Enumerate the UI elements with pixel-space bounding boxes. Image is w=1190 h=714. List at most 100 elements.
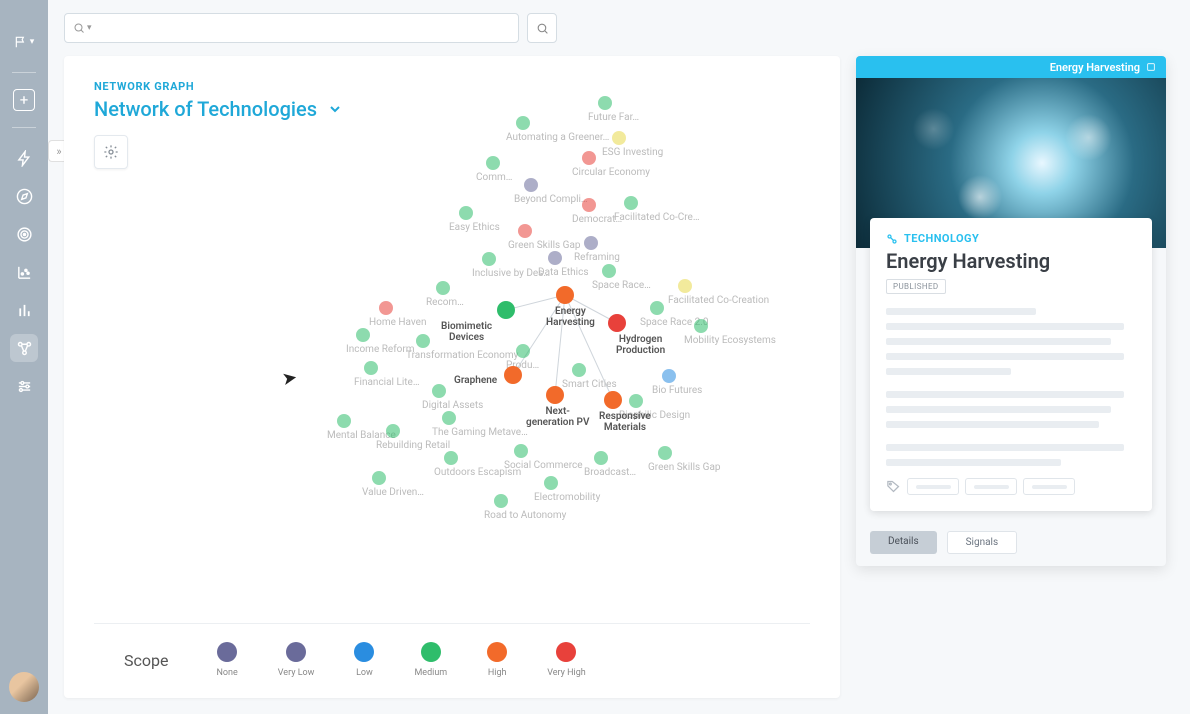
graph-node-label: Bio Futures xyxy=(652,385,702,396)
graph-node[interactable] xyxy=(482,252,496,266)
flag-icon xyxy=(14,35,28,49)
graph-node[interactable] xyxy=(442,411,456,425)
graph-node[interactable] xyxy=(518,224,532,238)
nav-lightning[interactable] xyxy=(10,144,38,172)
nav-bars[interactable] xyxy=(10,296,38,324)
graph-node-label: Home Haven xyxy=(369,317,427,328)
graph-node[interactable] xyxy=(612,131,626,145)
detail-title: Energy Harvesting xyxy=(886,249,1136,273)
graph-node-label: Mobility Ecosystems xyxy=(684,335,776,346)
tag-chip[interactable] xyxy=(965,478,1017,495)
search-input[interactable]: ▾ xyxy=(64,13,519,43)
search-button[interactable] xyxy=(527,13,557,43)
radar-icon xyxy=(16,226,33,243)
graph-node-label: Easy Ethics xyxy=(449,222,500,233)
graph-node-label: Reframing xyxy=(574,252,620,263)
detail-header-title: Energy Harvesting xyxy=(1050,61,1140,74)
graph-node-label: Automating a Greener… xyxy=(506,132,609,143)
graph-node[interactable] xyxy=(604,391,622,409)
add-button[interactable]: + xyxy=(13,89,35,111)
avatar[interactable] xyxy=(9,672,39,702)
graph-node[interactable] xyxy=(436,281,450,295)
divider xyxy=(12,72,36,73)
graph-node[interactable] xyxy=(459,206,473,220)
graph-node[interactable] xyxy=(416,334,430,348)
main: ▾ NETWORK GRAPH Network of Technologies … xyxy=(48,0,1190,714)
graph-node[interactable] xyxy=(572,363,586,377)
legend-item: Very Low xyxy=(278,642,315,678)
graph-node[interactable] xyxy=(524,178,538,192)
graph-node[interactable] xyxy=(364,361,378,375)
legend-item: High xyxy=(487,642,507,678)
bars-icon xyxy=(16,302,33,319)
graph-node-label: Green Skills Gap xyxy=(508,240,581,251)
tab-signals[interactable]: Signals xyxy=(947,531,1018,554)
network-graph[interactable]: Future Far…Automating a Greener…ESG Inve… xyxy=(264,86,744,546)
graph-node[interactable] xyxy=(372,471,386,485)
graph-node-label: Circular Economy xyxy=(572,167,650,178)
graph-node[interactable] xyxy=(582,151,596,165)
graph-node[interactable] xyxy=(516,344,530,358)
tag-chip[interactable] xyxy=(907,478,959,495)
graph-node-label: Beyond Compli… xyxy=(514,194,588,205)
graph-node[interactable] xyxy=(598,96,612,110)
graph-node-label: Road to Autonomy xyxy=(484,510,566,521)
graph-node-label: Facilitated Co-Cre… xyxy=(614,212,700,223)
graph-node[interactable] xyxy=(650,301,664,315)
graph-node[interactable] xyxy=(546,386,564,404)
graph-node-label: Outdoors Escapism xyxy=(434,467,521,478)
graph-node[interactable] xyxy=(379,301,393,315)
graph-node[interactable] xyxy=(548,251,562,265)
graph-node[interactable] xyxy=(337,414,351,428)
graph-node[interactable] xyxy=(602,264,616,278)
graph-node[interactable] xyxy=(594,451,608,465)
graph-node[interactable] xyxy=(556,286,574,304)
graph-node[interactable] xyxy=(356,328,370,342)
graph-node[interactable] xyxy=(624,196,638,210)
graph-node-label: Electromobility xyxy=(534,492,600,503)
scope-legend: Scope NoneVery LowLowMediumHighVery High xyxy=(94,623,810,678)
tag-chip[interactable] xyxy=(1023,478,1075,495)
search-icon xyxy=(536,22,549,35)
window-icon[interactable] xyxy=(1146,62,1156,72)
graph-node[interactable] xyxy=(497,301,515,319)
graph-node[interactable] xyxy=(444,451,458,465)
graph-node[interactable] xyxy=(386,424,400,438)
graph-node-label: Facilitated Co-Creation xyxy=(668,295,769,306)
nav-chart[interactable] xyxy=(10,258,38,286)
sliders-icon xyxy=(16,378,33,395)
graph-node-label: Space Race… xyxy=(592,280,651,291)
search-icon xyxy=(73,22,85,34)
graph-node[interactable] xyxy=(504,366,522,384)
graph-node[interactable] xyxy=(608,314,626,332)
tab-details[interactable]: Details xyxy=(870,531,937,554)
graph-node[interactable] xyxy=(658,446,672,460)
nav-compass[interactable] xyxy=(10,182,38,210)
graph-node[interactable] xyxy=(494,494,508,508)
graph-node[interactable] xyxy=(582,198,596,212)
tag-row xyxy=(886,478,1136,495)
nav-network[interactable] xyxy=(10,334,38,362)
search-field[interactable] xyxy=(98,21,510,36)
graph-node[interactable] xyxy=(584,236,598,250)
graph-node[interactable] xyxy=(514,444,528,458)
graph-node-label: Future Far… xyxy=(588,112,639,123)
graph-node-label: Recom… xyxy=(426,297,464,308)
graph-node[interactable] xyxy=(662,369,676,383)
link-icon xyxy=(886,233,898,245)
tag-icon xyxy=(886,479,901,494)
graph-node[interactable] xyxy=(678,279,692,293)
nav-radar[interactable] xyxy=(10,220,38,248)
graph-settings-button[interactable] xyxy=(94,135,128,169)
graph-node[interactable] xyxy=(544,476,558,490)
graph-node[interactable] xyxy=(516,116,530,130)
graph-node[interactable] xyxy=(486,156,500,170)
graph-node-label: ResponsiveMaterials xyxy=(599,411,651,433)
graph-node-label: Income Reform xyxy=(346,344,415,355)
graph-node[interactable] xyxy=(629,394,643,408)
nav-sliders[interactable] xyxy=(10,372,38,400)
graph-node[interactable] xyxy=(432,384,446,398)
flag-menu[interactable]: ▾ xyxy=(10,28,38,56)
legend-item: Low xyxy=(354,642,374,678)
graph-node[interactable] xyxy=(694,319,708,333)
